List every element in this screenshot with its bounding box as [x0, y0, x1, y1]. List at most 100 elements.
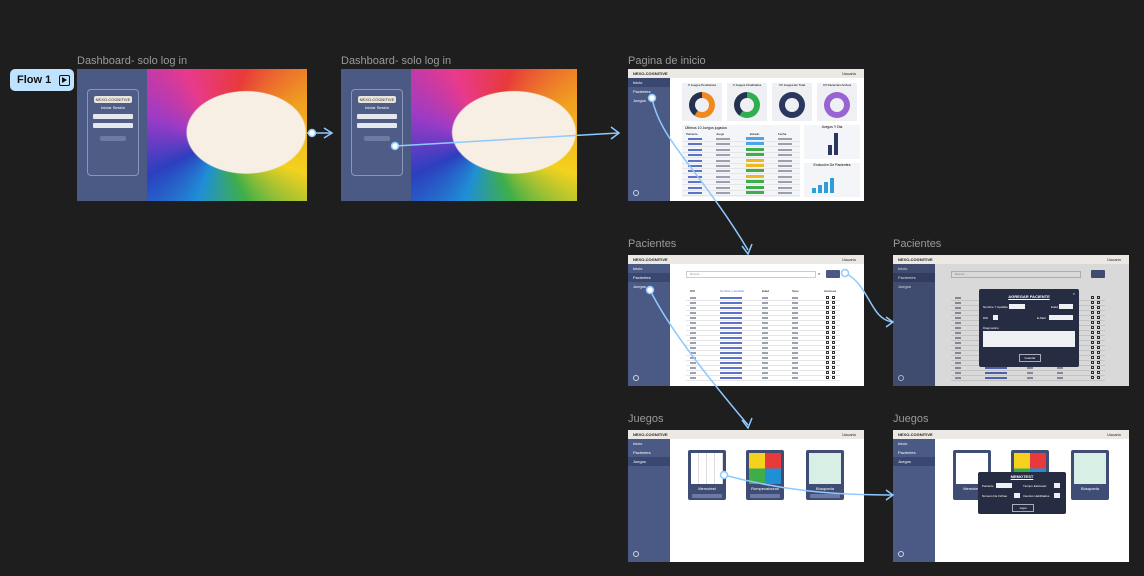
- edit-icon[interactable]: [826, 356, 829, 359]
- patient-link[interactable]: [688, 181, 702, 184]
- delete-icon[interactable]: [832, 346, 835, 349]
- user-menu[interactable]: Usuario: [1107, 257, 1121, 262]
- sidebar-item-inicio[interactable]: Inicio: [628, 264, 670, 273]
- delete-icon[interactable]: [832, 371, 835, 374]
- sidebar-item-juegos[interactable]: Juegos: [628, 96, 670, 105]
- user-menu[interactable]: Usuario: [1107, 432, 1121, 437]
- delete-icon[interactable]: [832, 356, 835, 359]
- edit-icon[interactable]: [826, 371, 829, 374]
- patient-select[interactable]: [996, 483, 1012, 488]
- play-button[interactable]: [750, 494, 780, 498]
- edit-icon[interactable]: [826, 376, 829, 379]
- login-button[interactable]: [100, 136, 126, 141]
- sidebar-item-juegos[interactable]: Juegos: [628, 457, 670, 466]
- edit-icon[interactable]: [826, 341, 829, 344]
- gear-icon[interactable]: [633, 375, 639, 381]
- add-patient-button[interactable]: [826, 270, 840, 278]
- delete-icon[interactable]: [832, 351, 835, 354]
- delete-icon[interactable]: [832, 336, 835, 339]
- frame-pacientes-2[interactable]: NEXO-COGNITIVE Usuario Inicio Pacientes …: [893, 255, 1129, 386]
- delete-icon[interactable]: [832, 311, 835, 314]
- delete-icon[interactable]: [832, 296, 835, 299]
- patient-link[interactable]: [720, 297, 742, 299]
- frame-pacientes-1[interactable]: NEXO-COGNITIVE Usuario Inicio Pacientes …: [628, 255, 864, 386]
- patient-link[interactable]: [720, 302, 742, 304]
- patient-link[interactable]: [720, 342, 742, 344]
- frame-juegos-1[interactable]: NEXO-COGNITIVE Usuario Inicio Pacientes …: [628, 430, 864, 562]
- patient-link[interactable]: [688, 154, 702, 157]
- login-button[interactable]: [364, 136, 390, 141]
- sidebar-item-pacientes[interactable]: Pacientes: [628, 273, 670, 282]
- gear-icon[interactable]: [898, 551, 904, 557]
- password-field[interactable]: [93, 123, 133, 128]
- sidebar-item-inicio[interactable]: Inicio: [628, 439, 670, 448]
- game-card-busqueda[interactable]: Búsqueda: [1071, 450, 1109, 500]
- edit-icon[interactable]: [826, 296, 829, 299]
- sidebar-item-inicio[interactable]: Inicio: [628, 78, 670, 87]
- edit-icon[interactable]: [826, 361, 829, 364]
- diagnosis-textarea[interactable]: [983, 331, 1075, 347]
- edit-icon[interactable]: [826, 316, 829, 319]
- play-button[interactable]: [692, 494, 722, 498]
- patient-link[interactable]: [688, 192, 702, 194]
- game-card-memotest[interactable]: Memotest: [688, 450, 726, 500]
- edit-icon[interactable]: [826, 306, 829, 309]
- frame-juegos-2[interactable]: NEXO-COGNITIVE Usuario Inicio Pacientes …: [893, 430, 1129, 562]
- patient-link[interactable]: [720, 347, 742, 349]
- delete-icon[interactable]: [832, 306, 835, 309]
- patient-link[interactable]: [720, 362, 742, 364]
- patient-link[interactable]: [688, 175, 702, 178]
- username-field[interactable]: [93, 114, 133, 119]
- sidebar-item-pacientes[interactable]: Pacientes: [893, 448, 935, 457]
- edit-icon[interactable]: [826, 351, 829, 354]
- close-icon[interactable]: ×: [1073, 291, 1075, 296]
- edit-icon[interactable]: [826, 311, 829, 314]
- sidebar-item-pacientes[interactable]: Pacientes: [628, 87, 670, 96]
- patient-link[interactable]: [720, 332, 742, 334]
- patient-link[interactable]: [688, 170, 702, 173]
- patient-link[interactable]: [720, 357, 742, 359]
- patient-link[interactable]: [720, 377, 742, 379]
- edit-icon[interactable]: [826, 366, 829, 369]
- patient-link[interactable]: [720, 337, 742, 339]
- email-input[interactable]: [1049, 315, 1073, 320]
- patient-link[interactable]: [720, 317, 742, 319]
- username-field[interactable]: [357, 114, 397, 119]
- game-card-rompecabezas[interactable]: Rompecabezas: [746, 450, 784, 500]
- edit-icon[interactable]: [826, 321, 829, 324]
- delete-icon[interactable]: [832, 341, 835, 344]
- dni-input[interactable]: [993, 315, 998, 320]
- edit-icon[interactable]: [826, 346, 829, 349]
- save-button[interactable]: Guardar: [1019, 354, 1041, 362]
- play-icon[interactable]: [59, 74, 71, 86]
- frame-inicio[interactable]: NEXO-COGNITIVE Usuario Inicio Pacientes …: [628, 69, 864, 201]
- delete-icon[interactable]: [832, 321, 835, 324]
- patient-link[interactable]: [720, 312, 742, 314]
- delete-icon[interactable]: [832, 366, 835, 369]
- delete-icon[interactable]: [832, 301, 835, 304]
- gear-icon[interactable]: [633, 551, 639, 557]
- name-input[interactable]: [1009, 304, 1025, 309]
- age-input[interactable]: [1059, 304, 1073, 309]
- user-menu[interactable]: Usuario: [842, 432, 856, 437]
- patient-link[interactable]: [720, 322, 742, 324]
- frame-login-2[interactable]: NEXO-COGNITIVE Iniciar Sesión: [341, 69, 577, 201]
- sidebar-item-pacientes[interactable]: Pacientes: [628, 448, 670, 457]
- patient-link[interactable]: [688, 143, 702, 146]
- patient-link[interactable]: [688, 159, 702, 162]
- play-game-button[interactable]: Jugar: [1012, 504, 1034, 512]
- gear-icon[interactable]: [633, 190, 639, 196]
- edit-icon[interactable]: [826, 331, 829, 334]
- password-field[interactable]: [357, 123, 397, 128]
- delete-icon[interactable]: [832, 361, 835, 364]
- patient-link[interactable]: [720, 352, 742, 354]
- edit-icon[interactable]: [826, 336, 829, 339]
- patient-link[interactable]: [688, 138, 702, 140]
- tiles-input[interactable]: [1014, 493, 1020, 498]
- sidebar-item-juegos[interactable]: Juegos: [893, 457, 935, 466]
- user-menu[interactable]: Usuario: [842, 257, 856, 262]
- patient-link[interactable]: [688, 148, 702, 151]
- attempts-input[interactable]: [1054, 493, 1060, 498]
- patient-link[interactable]: [720, 372, 742, 374]
- delete-icon[interactable]: [832, 376, 835, 379]
